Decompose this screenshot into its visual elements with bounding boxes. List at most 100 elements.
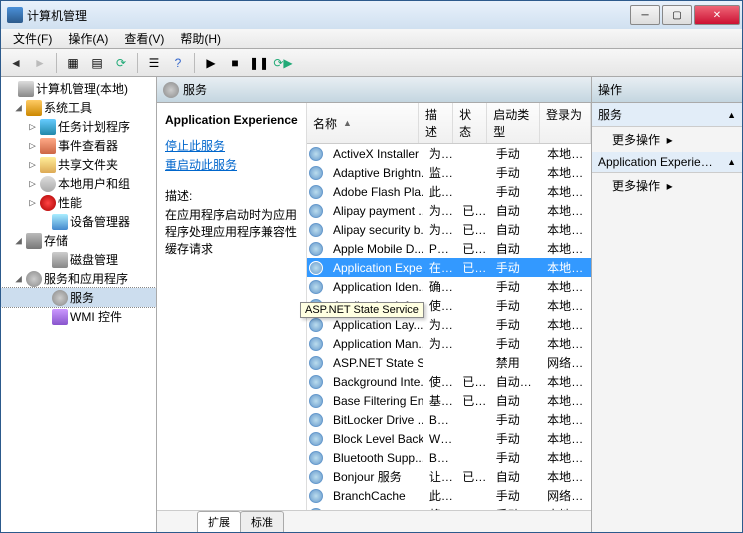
- cell-start: 手动: [490, 164, 541, 181]
- cell-logon: 本地系统: [541, 202, 591, 219]
- tree-services[interactable]: 服务: [1, 288, 156, 307]
- cell-logon: 本地系统: [541, 240, 591, 257]
- window-title: 计算机管理: [27, 7, 628, 24]
- tree-storage[interactable]: ◢存储: [1, 231, 156, 250]
- cell-start: 自动: [490, 221, 541, 238]
- service-icon: [309, 413, 323, 427]
- cell-name: ActiveX Installer (...: [327, 147, 423, 161]
- tree-diskmgmt[interactable]: 磁盘管理: [1, 250, 156, 269]
- cell-logon: 本地系统: [541, 468, 591, 485]
- service-row[interactable]: Background Inte...使用...已启动自动(延迟...本地系统: [307, 372, 591, 391]
- actions-more-2[interactable]: 更多操作 ▸: [592, 173, 742, 198]
- cell-logon: 本地服务: [541, 164, 591, 181]
- play-button[interactable]: ▶: [200, 52, 222, 74]
- cell-desc: 为通...: [423, 335, 456, 352]
- menu-view[interactable]: 查看(V): [116, 28, 172, 49]
- actions-selected-section[interactable]: Application Experience▲: [592, 152, 742, 173]
- cell-name: Alipay payment ...: [327, 204, 423, 218]
- tab-standard[interactable]: 标准: [240, 511, 284, 532]
- tree-pane[interactable]: 计算机管理(本地) ◢系统工具 ▷任务计划程序 ▷事件查看器 ▷共享文件夹 ▷本…: [1, 77, 157, 532]
- service-row[interactable]: Apple Mobile D...Prov...已启动自动本地系统: [307, 239, 591, 258]
- pause-button[interactable]: ❚❚: [248, 52, 270, 74]
- cell-start: 自动: [490, 468, 541, 485]
- cell-status: 已启动: [456, 202, 489, 219]
- back-button[interactable]: ◄: [5, 52, 27, 74]
- cell-start: 手动: [490, 259, 541, 276]
- cell-desc: 使用...: [423, 373, 456, 390]
- col-start[interactable]: 启动类型: [487, 103, 540, 143]
- close-button[interactable]: ✕: [694, 5, 740, 25]
- service-row[interactable]: Adobe Flash Pla...此服...手动本地系统: [307, 182, 591, 201]
- cell-name: Bluetooth Supp...: [327, 451, 423, 465]
- maximize-button[interactable]: ▢: [662, 5, 692, 25]
- col-desc[interactable]: 描述: [419, 103, 453, 143]
- tabs: 扩展 标准: [157, 510, 591, 532]
- cell-status: 已启动: [456, 392, 489, 409]
- service-row[interactable]: Adaptive Brightn...监视...手动本地服务: [307, 163, 591, 182]
- tree-tasksched[interactable]: ▷任务计划程序: [1, 117, 156, 136]
- tree-systools[interactable]: ◢系统工具: [1, 98, 156, 117]
- help-button[interactable]: ?: [167, 52, 189, 74]
- col-name[interactable]: 名称▲: [307, 103, 419, 143]
- tree-root[interactable]: 计算机管理(本地): [1, 79, 156, 98]
- cell-name: ASP.NET State Service: [327, 356, 423, 370]
- service-row[interactable]: ASP.NET State Service 禁用网络服务: [307, 353, 591, 372]
- menu-file[interactable]: 文件(F): [5, 28, 60, 49]
- cell-logon: 本地系统: [541, 335, 591, 352]
- service-icon: [309, 489, 323, 503]
- properties-button[interactable]: ▤: [86, 52, 108, 74]
- service-icon: [309, 280, 323, 294]
- stop-button[interactable]: ■: [224, 52, 246, 74]
- col-status[interactable]: 状态: [453, 103, 487, 143]
- cell-name: Application Lay...: [327, 318, 423, 332]
- service-row[interactable]: Bonjour 服务让硬...已启动自动本地系统: [307, 467, 591, 486]
- cell-start: 自动: [490, 240, 541, 257]
- service-row[interactable]: Bluetooth Supp...Blue...手动本地服务: [307, 448, 591, 467]
- cell-logon: 本地服务: [541, 278, 591, 295]
- stop-link[interactable]: 停止此服务: [165, 137, 298, 154]
- service-row[interactable]: Application Expe...在应...已启动手动本地系统: [307, 258, 591, 277]
- cell-start: 禁用: [490, 354, 541, 371]
- minimize-button[interactable]: ─: [630, 5, 660, 25]
- center-header-text: 服务: [183, 81, 207, 98]
- tree-wmi[interactable]: WMI 控件: [1, 307, 156, 326]
- cell-desc: 为支...: [423, 202, 456, 219]
- cell-desc: 在应...: [423, 259, 456, 276]
- restart-button[interactable]: ⟳▶: [272, 52, 294, 74]
- service-icon: [309, 394, 323, 408]
- service-row[interactable]: BitLocker Drive ...BDE...手动本地系统: [307, 410, 591, 429]
- show-hide-button[interactable]: ▦: [62, 52, 84, 74]
- actions-pane: 操作 服务▲ 更多操作 ▸ Application Experience▲ 更多…: [592, 77, 742, 532]
- selected-service-name: Application Experience: [165, 113, 298, 127]
- menu-help[interactable]: 帮助(H): [172, 28, 229, 49]
- tree-svcapps[interactable]: ◢服务和应用程序: [1, 269, 156, 288]
- tree-eventvwr[interactable]: ▷事件查看器: [1, 136, 156, 155]
- service-row[interactable]: Alipay security b...为支...已启动自动本地系统: [307, 220, 591, 239]
- actions-services-section[interactable]: 服务▲: [592, 103, 742, 127]
- service-row[interactable]: ActiveX Installer (...为从...手动本地系统: [307, 144, 591, 163]
- service-row[interactable]: Alipay payment ...为支...已启动自动本地系统: [307, 201, 591, 220]
- cell-logon: 本地系统: [541, 259, 591, 276]
- service-row[interactable]: Application Man...为通...手动本地系统: [307, 334, 591, 353]
- actions-more-1[interactable]: 更多操作 ▸: [592, 127, 742, 152]
- export-button[interactable]: ☰: [143, 52, 165, 74]
- cell-logon: 网络服务: [541, 354, 591, 371]
- restart-link[interactable]: 重启动此服务: [165, 156, 298, 173]
- cell-logon: 本地服务: [541, 316, 591, 333]
- menu-action[interactable]: 操作(A): [60, 28, 116, 49]
- refresh-button[interactable]: ⟳: [110, 52, 132, 74]
- cell-start: 自动: [490, 392, 541, 409]
- tree-perf[interactable]: ▷性能: [1, 193, 156, 212]
- tree-devmgr[interactable]: 设备管理器: [1, 212, 156, 231]
- tab-extended[interactable]: 扩展: [197, 511, 241, 532]
- cell-logon: 本地服务: [541, 392, 591, 409]
- col-logon[interactable]: 登录为: [540, 103, 591, 143]
- service-row[interactable]: Application Iden...确定...手动本地服务: [307, 277, 591, 296]
- service-icon: [309, 432, 323, 446]
- tree-users[interactable]: ▷本地用户和组: [1, 174, 156, 193]
- service-row[interactable]: Base Filtering En...基本...已启动自动本地服务: [307, 391, 591, 410]
- forward-button[interactable]: ►: [29, 52, 51, 74]
- tree-shared[interactable]: ▷共享文件夹: [1, 155, 156, 174]
- service-row[interactable]: BranchCache此服...手动网络服务: [307, 486, 591, 505]
- service-row[interactable]: Block Level Back...Win...手动本地系统: [307, 429, 591, 448]
